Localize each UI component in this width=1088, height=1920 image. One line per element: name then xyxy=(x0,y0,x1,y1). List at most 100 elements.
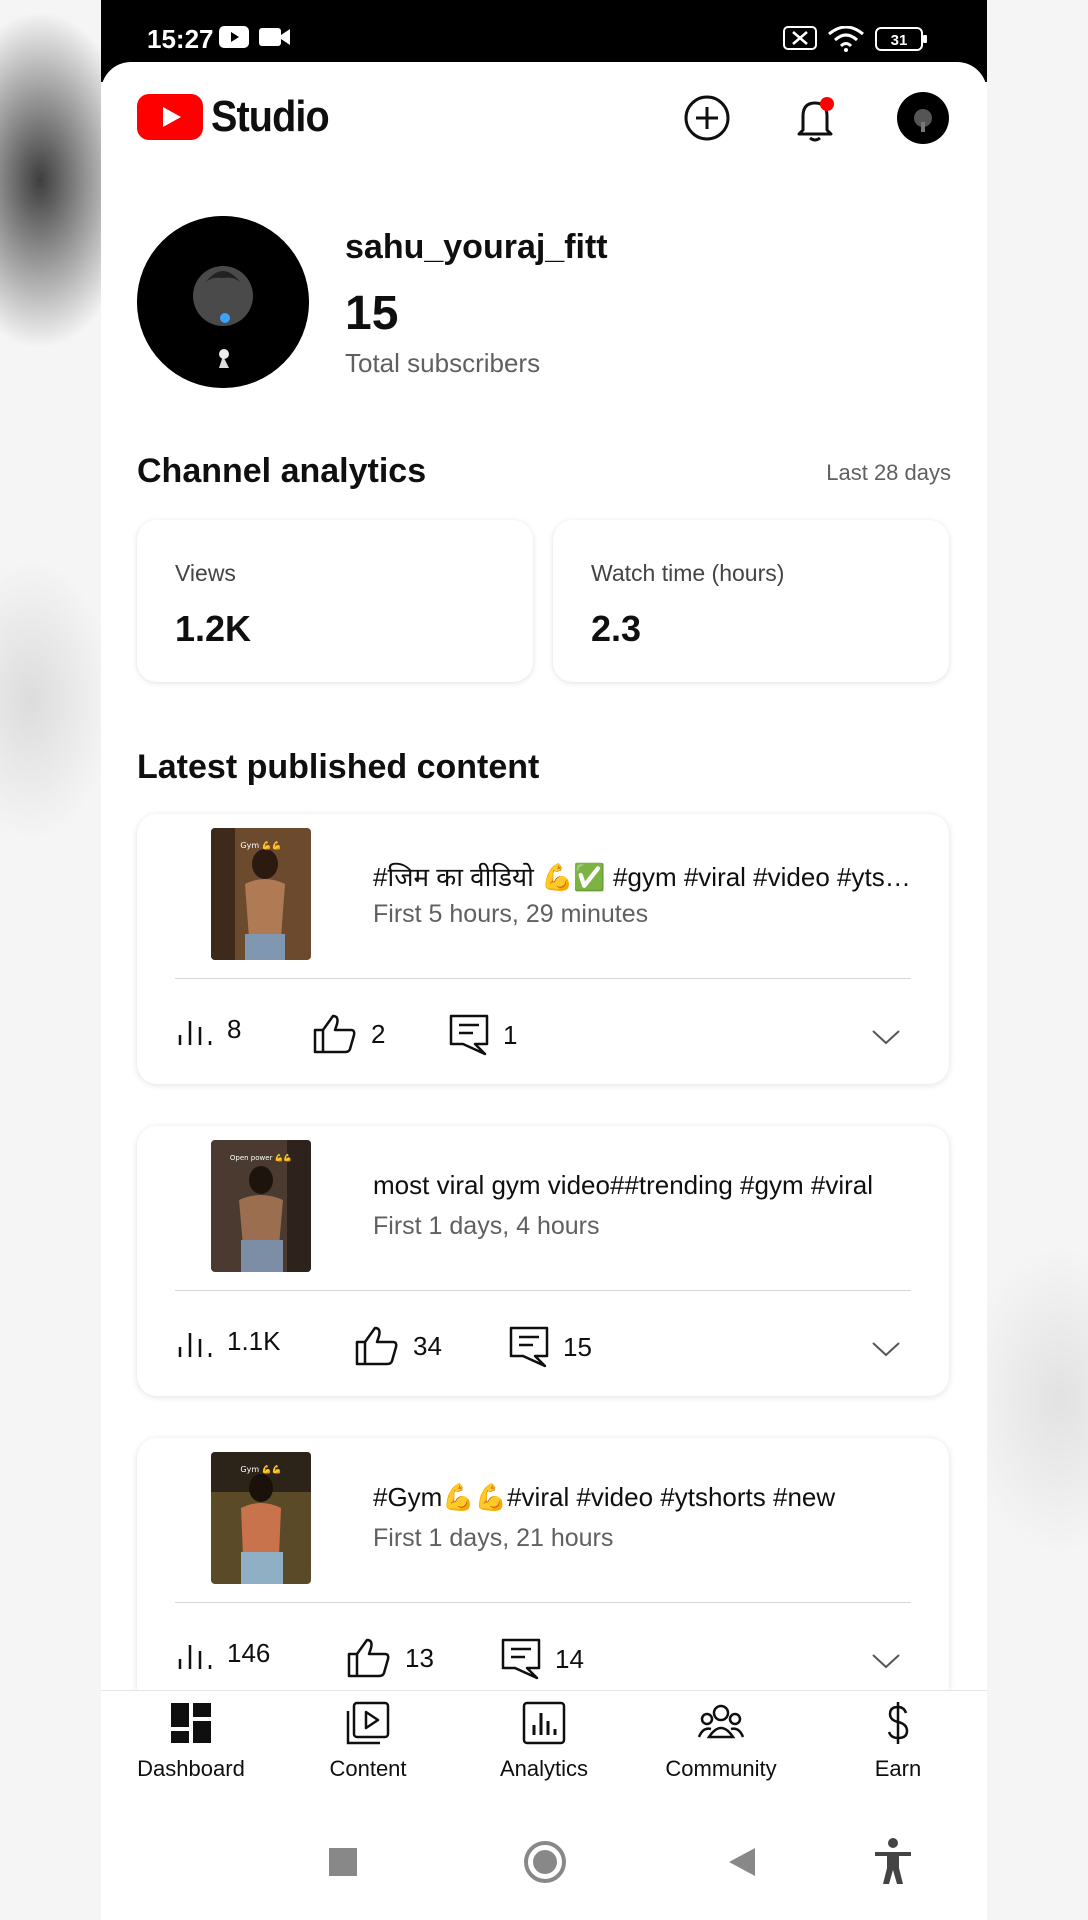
avatar xyxy=(897,92,949,144)
comments-metric: 1 xyxy=(449,1014,517,1056)
back-triangle-icon xyxy=(729,1848,755,1876)
video-thumbnail[interactable]: Gym 💪💪 xyxy=(211,1452,311,1584)
recent-apps-button[interactable] xyxy=(329,1848,357,1881)
bar-chart-icon xyxy=(178,1644,212,1669)
bottom-navigation: Dashboard Content Analytics Community Ea… xyxy=(101,1690,987,1813)
comments-count: 15 xyxy=(563,1331,592,1362)
content-card[interactable]: Gym 💪💪 #जिम का वीडियो 💪✅ #gym #viral #vi… xyxy=(137,814,949,1084)
comments-count: 14 xyxy=(555,1643,584,1674)
create-button[interactable] xyxy=(681,92,733,144)
latest-content-title: Latest published content xyxy=(137,748,540,786)
notifications-button[interactable] xyxy=(789,92,841,144)
content-title[interactable]: most viral gym video##trending #gym #vir… xyxy=(373,1170,913,1201)
expand-chevron-icon[interactable] xyxy=(871,1028,901,1051)
nav-content[interactable]: Content xyxy=(283,1701,453,1782)
thumbs-up-icon xyxy=(347,1638,390,1678)
plus-circle-icon xyxy=(684,95,730,141)
expand-chevron-icon[interactable] xyxy=(871,1340,901,1363)
thumb-caption: Open power 💪💪 xyxy=(230,1153,292,1162)
likes-count: 34 xyxy=(413,1330,442,1361)
views-metric: 146 xyxy=(177,1638,270,1669)
watch-time-card[interactable]: Watch time (hours) 2.3 xyxy=(553,520,949,682)
content-card[interactable]: Gym 💪💪 #Gym💪💪#viral #video #ytshorts #ne… xyxy=(137,1438,949,1690)
views-metric: 8 xyxy=(177,1014,241,1045)
battery-icon: 31 xyxy=(875,26,929,57)
channel-analytics-title: Channel analytics xyxy=(137,452,427,490)
studio-app: Studio sahu_youraj_fitt 15 Total subscri… xyxy=(101,62,987,1920)
likes-metric: 13 xyxy=(347,1638,434,1678)
comments-metric: 15 xyxy=(509,1326,592,1368)
community-icon xyxy=(697,1704,745,1739)
nav-label: Analytics xyxy=(499,1756,589,1781)
comment-icon xyxy=(509,1326,549,1368)
nav-label: Earn xyxy=(874,1756,922,1781)
youtube-notification-icon xyxy=(219,26,249,53)
dashboard-icon xyxy=(171,1703,211,1743)
likes-metric: 2 xyxy=(313,1014,385,1054)
comments-count: 1 xyxy=(503,1019,518,1050)
wifi-icon xyxy=(827,25,865,57)
comment-icon xyxy=(449,1014,489,1056)
bar-chart-icon xyxy=(178,1020,212,1045)
system-navigation-bar xyxy=(101,1812,987,1920)
nav-label: Community xyxy=(665,1756,777,1781)
account-avatar-button[interactable] xyxy=(897,92,949,144)
youtube-logo-icon xyxy=(137,94,203,140)
nav-label: Content xyxy=(329,1756,407,1781)
divider xyxy=(175,1290,911,1291)
divider xyxy=(175,1602,911,1603)
watch-time-value: 2.3 xyxy=(591,608,642,649)
nav-label: Dashboard xyxy=(137,1756,245,1781)
views-card[interactable]: Views 1.2K xyxy=(137,520,533,682)
battery-level: 31 xyxy=(891,32,908,49)
content-timestamp: First 1 days, 21 hours xyxy=(373,1524,614,1552)
status-time: 15:27 xyxy=(147,24,214,54)
content-timestamp: First 1 days, 4 hours xyxy=(373,1212,600,1240)
nav-earn[interactable]: Earn xyxy=(813,1701,983,1782)
subscriber-count: 15 xyxy=(345,287,399,340)
subscriber-label: Total subscribers xyxy=(345,348,541,378)
views-count: 1.1K xyxy=(227,1326,281,1356)
video-camera-icon xyxy=(259,26,291,53)
no-sim-icon xyxy=(783,26,817,55)
bell-icon xyxy=(797,97,834,142)
logo-text: Studio xyxy=(211,92,330,141)
content-title[interactable]: #जिम का वीडियो 💪✅ #gym #viral #video #yt… xyxy=(373,858,913,894)
content-card[interactable]: Open power 💪💪 most viral gym video##tren… xyxy=(137,1126,949,1396)
video-thumbnail[interactable]: Open power 💪💪 xyxy=(211,1140,311,1272)
channel-avatar[interactable] xyxy=(137,216,309,388)
analytics-period: Last 28 days xyxy=(826,460,951,485)
nav-analytics[interactable]: Analytics xyxy=(459,1701,629,1782)
accessibility-icon xyxy=(875,1838,911,1884)
phone-screen: 15:27 31 Studio sahu_youraj_fitt 15 Tota… xyxy=(101,0,987,1920)
home-circle-icon xyxy=(524,1841,566,1883)
youtube-studio-logo[interactable]: Studio xyxy=(137,92,342,142)
home-button[interactable] xyxy=(523,1840,567,1889)
video-thumbnail[interactable]: Gym 💪💪 xyxy=(211,828,311,960)
content-timestamp: First 5 hours, 29 minutes xyxy=(373,900,649,928)
views-value: 1.2K xyxy=(175,608,252,649)
thumb-caption: Gym 💪💪 xyxy=(240,1464,281,1474)
views-count: 146 xyxy=(227,1638,271,1668)
watch-time-label: Watch time (hours) xyxy=(591,560,785,586)
earn-icon xyxy=(887,1702,909,1744)
likes-count: 13 xyxy=(405,1642,434,1673)
content-icon xyxy=(346,1701,390,1745)
content-title[interactable]: #Gym💪💪#viral #video #ytshorts #new xyxy=(373,1482,913,1513)
bar-chart-icon xyxy=(178,1332,212,1357)
back-button[interactable] xyxy=(727,1846,757,1883)
nav-dashboard[interactable]: Dashboard xyxy=(106,1701,276,1782)
square-icon xyxy=(329,1848,357,1876)
comments-metric: 14 xyxy=(501,1638,584,1680)
views-metric: 1.1K xyxy=(177,1326,281,1357)
thumbs-up-icon xyxy=(313,1014,356,1054)
accessibility-button[interactable] xyxy=(871,1838,915,1891)
views-count: 8 xyxy=(227,1014,242,1044)
expand-chevron-icon[interactable] xyxy=(871,1652,901,1675)
thumb-caption: Gym 💪💪 xyxy=(240,840,281,850)
nav-community[interactable]: Community xyxy=(636,1701,806,1782)
comment-icon xyxy=(501,1638,541,1680)
views-label: Views xyxy=(175,560,236,586)
channel-name: sahu_youraj_fitt xyxy=(345,228,608,266)
divider xyxy=(175,978,911,979)
